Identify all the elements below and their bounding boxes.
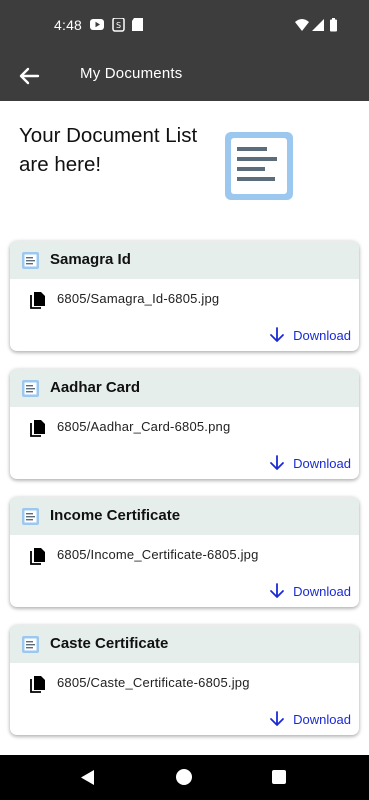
file-name: 6805/Aadhar_Card-6805.png [57, 419, 231, 434]
file-copy-icon [30, 420, 45, 437]
arrow-down-icon [270, 327, 285, 342]
document-title: Samagra Id [50, 251, 131, 268]
document-icon [22, 380, 39, 397]
arrow-down-icon [270, 583, 285, 598]
document-title: Caste Certificate [50, 635, 169, 652]
file-name: 6805/Caste_Certificate-6805.jpg [57, 675, 250, 690]
document-card: Samagra Id 6805/Samagra_Id-6805.jpg Down… [10, 241, 359, 351]
document-title: Aadhar Card [50, 379, 141, 396]
document-card: Income Certificate 6805/Income_Certifica… [10, 497, 359, 607]
document-icon [22, 508, 39, 525]
status-bar: 4:48 S [0, 0, 369, 50]
status-time: 4:48 [54, 17, 83, 33]
back-button[interactable] [14, 61, 44, 91]
sd-card-icon [132, 18, 143, 31]
download-button[interactable]: Download [269, 582, 351, 600]
hero-heading: Your Document List are here! [19, 124, 198, 176]
file-copy-icon [30, 676, 45, 693]
app-bar: My Documents [0, 50, 369, 101]
status-right-icons [295, 18, 345, 32]
system-nav-bar [0, 755, 369, 800]
arrow-left-icon [19, 67, 40, 85]
card-header: Caste Certificate [10, 625, 359, 663]
download-label: Download [293, 583, 351, 599]
document-title: Income Certificate [50, 507, 181, 524]
document-card: Aadhar Card 6805/Aadhar_Card-6805.png Do… [10, 369, 359, 479]
page-title: My Documents [80, 65, 183, 82]
wifi-icon [295, 19, 309, 31]
nav-home-icon[interactable] [176, 769, 192, 785]
status-left-icons: S [90, 17, 160, 32]
file-name: 6805/Samagra_Id-6805.jpg [57, 291, 220, 306]
file-name: 6805/Income_Certificate-6805.jpg [57, 547, 259, 562]
card-header: Aadhar Card [10, 369, 359, 407]
signal-icon [312, 19, 324, 31]
file-copy-icon [30, 548, 45, 565]
nav-recents-icon[interactable] [272, 770, 286, 784]
document-list-icon [222, 129, 296, 203]
svg-text:S: S [116, 21, 121, 30]
arrow-down-icon [270, 711, 285, 726]
battery-icon [330, 18, 337, 32]
youtube-icon [90, 19, 104, 30]
download-label: Download [293, 455, 351, 471]
document-icon [22, 252, 39, 269]
sim-icon: S [112, 17, 125, 32]
download-button[interactable]: Download [269, 710, 351, 728]
download-label: Download [293, 711, 351, 727]
download-label: Download [293, 327, 351, 343]
download-button[interactable]: Download [269, 454, 351, 472]
arrow-down-icon [270, 455, 285, 470]
card-header: Samagra Id [10, 241, 359, 279]
file-copy-icon [30, 292, 45, 309]
document-icon [22, 636, 39, 653]
document-card: Caste Certificate 6805/Caste_Certificate… [10, 625, 359, 735]
card-header: Income Certificate [10, 497, 359, 535]
nav-back-icon[interactable] [81, 770, 95, 785]
download-button[interactable]: Download [269, 326, 351, 344]
